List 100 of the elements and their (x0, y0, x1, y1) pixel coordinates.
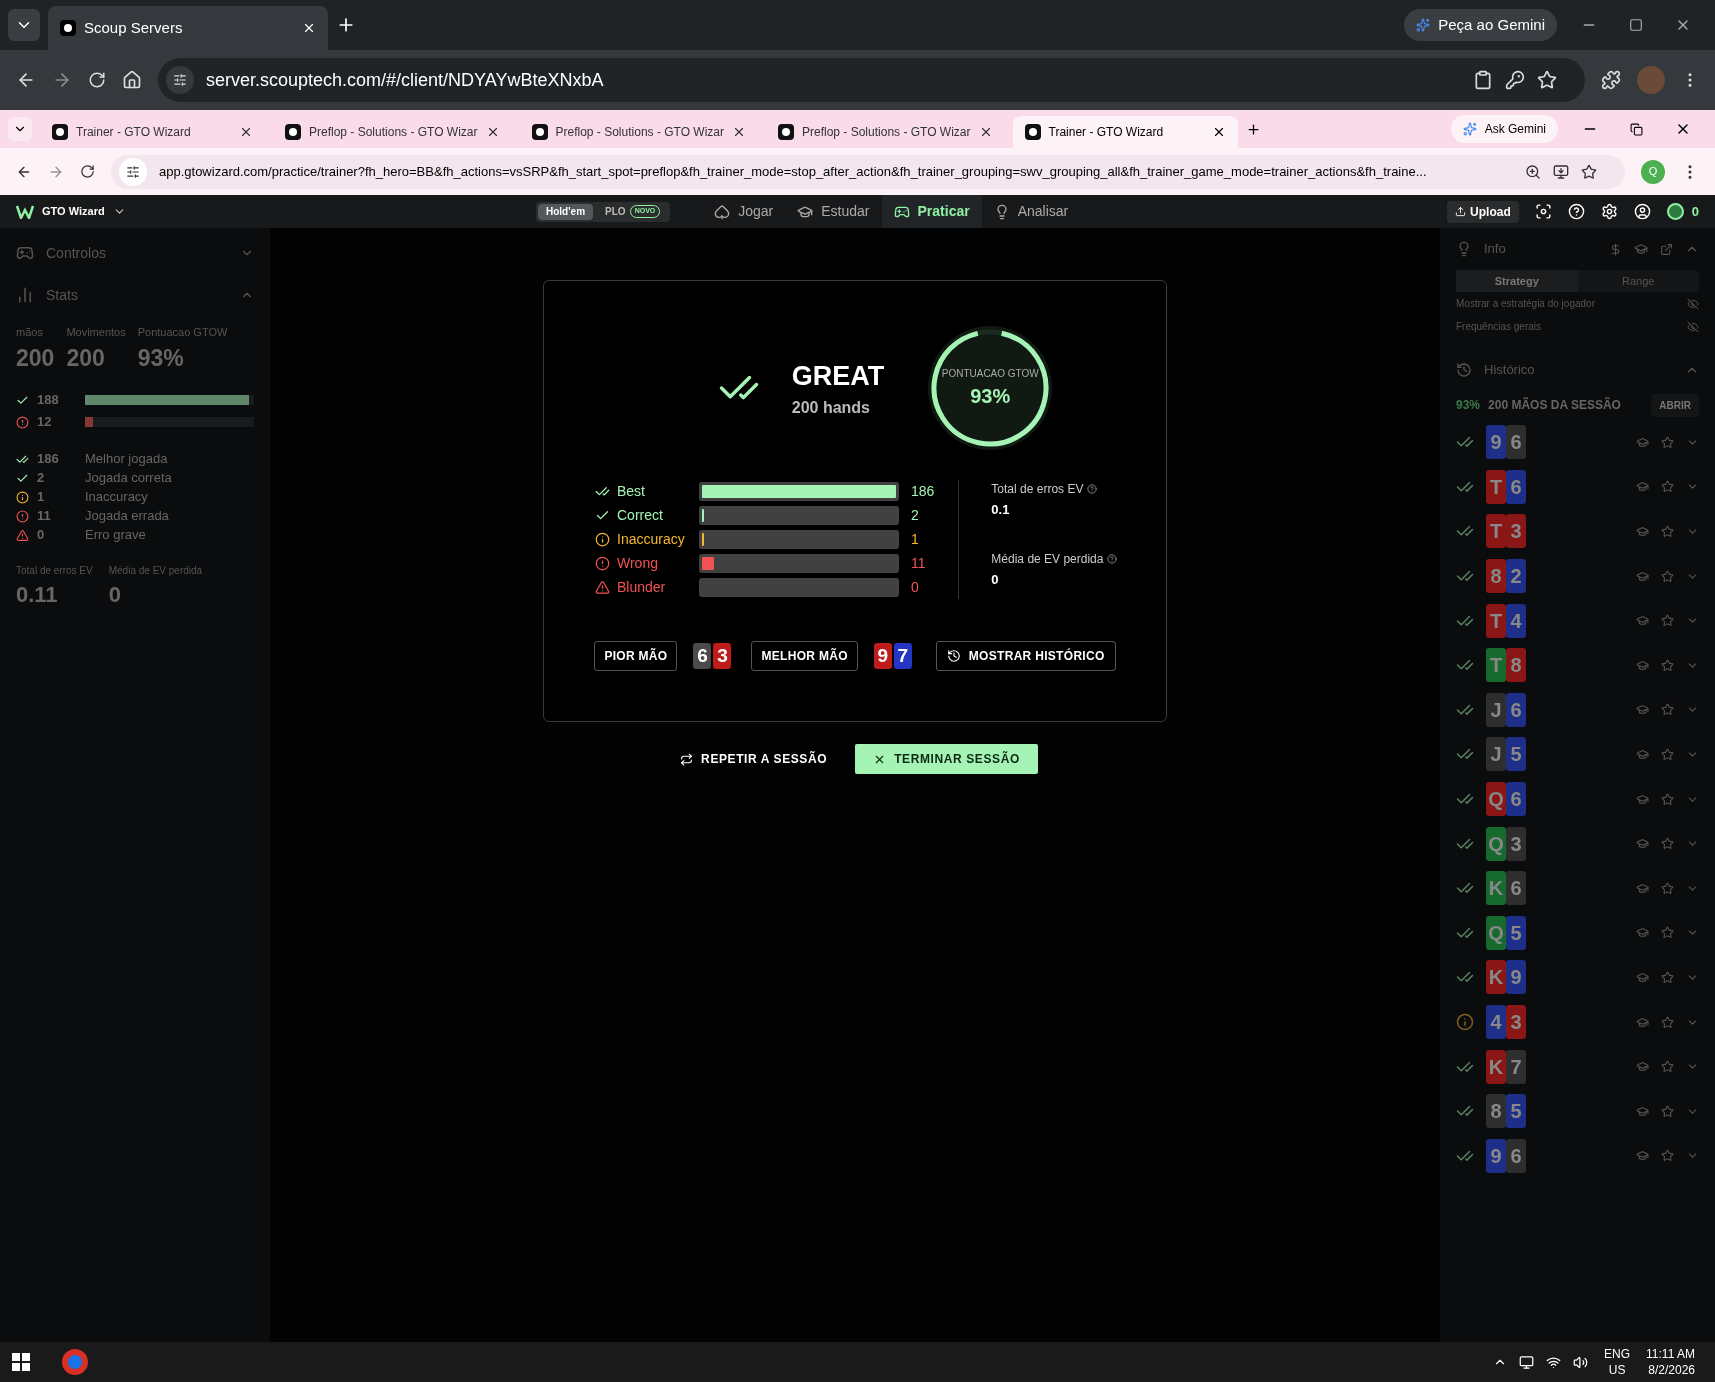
network-icon[interactable] (1546, 1354, 1562, 1370)
new-tab-icon[interactable] (1245, 121, 1261, 137)
key-icon[interactable] (1505, 70, 1525, 90)
help-icon[interactable] (1567, 203, 1585, 220)
external-link-icon[interactable] (1660, 242, 1673, 256)
star-icon[interactable] (1581, 163, 1597, 180)
history-row[interactable]: J 5 (1456, 732, 1699, 777)
panel-tab[interactable]: Strategy (1456, 270, 1578, 292)
region[interactable]: US (1608, 1362, 1626, 1378)
clipboard-icon[interactable] (1473, 70, 1493, 90)
close-icon[interactable] (239, 125, 253, 139)
history-row[interactable]: 9 6 (1456, 420, 1699, 465)
eye-off-icon[interactable] (1687, 297, 1699, 310)
history-button[interactable]: MOSTRAR HISTÓRICO (935, 641, 1116, 671)
close-icon[interactable] (302, 21, 316, 35)
graduation-cap-icon[interactable] (1636, 569, 1649, 583)
star-icon[interactable] (1661, 703, 1674, 717)
game-tab[interactable]: Hold'em (538, 203, 594, 220)
graduation-cap-icon[interactable] (1636, 435, 1649, 449)
hand-button[interactable]: PIOR MÃO (594, 641, 678, 671)
close-icon[interactable] (732, 125, 746, 139)
open-button[interactable]: ABRIR (1651, 393, 1699, 417)
upload-button[interactable]: Upload (1447, 200, 1519, 223)
site-settings-icon[interactable] (166, 66, 194, 94)
graduation-cap-icon[interactable] (1636, 837, 1649, 851)
coin-icon[interactable] (1666, 203, 1684, 220)
zoom-icon[interactable] (1525, 163, 1541, 180)
graduation-cap-icon[interactable] (1636, 614, 1649, 628)
star-icon[interactable] (1661, 525, 1674, 538)
repeat-button[interactable]: REPETIR A SESSÃO (672, 744, 836, 774)
settings-icon[interactable] (1600, 203, 1618, 220)
eye-off-icon[interactable] (1687, 320, 1699, 333)
star-icon[interactable] (1661, 837, 1674, 851)
browser-tab[interactable]: Preflop - Solutions - GTO Wizar (273, 116, 512, 148)
history-row[interactable]: 9 6 (1456, 1133, 1699, 1179)
nav-item[interactable]: Estudar (785, 195, 882, 228)
screenshot-icon[interactable] (1534, 203, 1552, 220)
clock-date[interactable]: 8/2/2026 (1648, 1362, 1695, 1378)
star-icon[interactable] (1661, 1015, 1674, 1029)
browser-tab[interactable]: Trainer - GTO Wizard (40, 116, 265, 148)
star-icon[interactable] (1661, 569, 1674, 583)
browser-tab[interactable]: Preflop - Solutions - GTO Wizar (766, 116, 1005, 148)
address-bar[interactable]: server.scouptech.com/#/client/NDYAYwBteXNxbA (158, 58, 1585, 102)
history-row[interactable]: K 7 (1456, 1044, 1699, 1089)
restore-icon[interactable] (1630, 122, 1643, 136)
volume-icon[interactable] (1573, 1354, 1589, 1370)
logo-icon[interactable] (16, 204, 34, 219)
star-icon[interactable] (1661, 970, 1674, 984)
graduation-cap-icon[interactable] (1636, 747, 1649, 761)
display-icon[interactable] (1519, 1354, 1535, 1370)
star-icon[interactable] (1661, 881, 1674, 895)
graduation-cap-icon[interactable] (1636, 881, 1649, 895)
star-icon[interactable] (1661, 926, 1674, 940)
star-icon[interactable] (1661, 614, 1674, 628)
dollar-icon[interactable] (1609, 242, 1622, 256)
account-icon[interactable] (1633, 203, 1651, 220)
install-icon[interactable] (1553, 163, 1569, 180)
extensions-icon[interactable] (1601, 70, 1621, 90)
history-row[interactable]: Q 3 (1456, 821, 1699, 866)
nav-item[interactable]: Jogar (702, 195, 786, 228)
star-icon[interactable] (1661, 747, 1674, 761)
reload-icon[interactable] (80, 164, 95, 179)
nav-item[interactable]: Praticar (881, 195, 982, 228)
star-icon[interactable] (1661, 658, 1674, 672)
star-icon[interactable] (1661, 792, 1674, 806)
graduation-cap-icon[interactable] (1636, 703, 1649, 717)
graduation-cap-icon[interactable] (1636, 480, 1649, 494)
graduation-cap-icon[interactable] (1636, 525, 1649, 538)
graduation-cap-icon[interactable] (1636, 970, 1649, 984)
hand-button[interactable]: MELHOR MÃO (751, 641, 858, 671)
history-row[interactable]: J 6 (1456, 687, 1699, 733)
star-icon[interactable] (1661, 480, 1674, 494)
star-icon[interactable] (1661, 1149, 1674, 1163)
tab-list-button[interactable] (8, 9, 40, 41)
graduation-cap-icon[interactable] (1634, 242, 1648, 256)
graduation-cap-icon[interactable] (1636, 658, 1649, 672)
site-settings-icon[interactable] (119, 157, 147, 186)
finish-button[interactable]: TERMINAR SESSÃO (855, 744, 1038, 774)
graduation-cap-icon[interactable] (1636, 1015, 1649, 1029)
graduation-cap-icon[interactable] (1636, 1149, 1649, 1163)
browser-tab[interactable]: Scoup Servers (48, 6, 328, 50)
language[interactable]: ENG (1604, 1346, 1631, 1362)
nav-item[interactable]: Analisar (981, 195, 1081, 228)
maximize-icon[interactable] (1629, 18, 1643, 32)
star-icon[interactable] (1661, 1060, 1674, 1074)
address-bar[interactable] (111, 154, 1625, 189)
browser-tab[interactable]: Preflop - Solutions - GTO Wizar (519, 116, 758, 148)
gemini-button[interactable]: Peça ao Gemini (1404, 9, 1557, 41)
graduation-cap-icon[interactable] (1636, 926, 1649, 940)
graduation-cap-icon[interactable] (1636, 792, 1649, 806)
star-icon[interactable] (1661, 1104, 1674, 1118)
star-icon[interactable] (1661, 435, 1674, 449)
home-icon[interactable] (122, 70, 142, 90)
start-icon[interactable] (12, 1353, 30, 1371)
graduation-cap-icon[interactable] (1636, 1104, 1649, 1118)
graduation-cap-icon[interactable] (1636, 1060, 1649, 1074)
tab-list-button[interactable] (8, 117, 32, 141)
clock-time[interactable]: 11:11 AM (1646, 1346, 1695, 1362)
gemini-button[interactable]: Ask Gemini (1450, 115, 1558, 143)
history-row[interactable]: K 6 (1456, 865, 1699, 911)
